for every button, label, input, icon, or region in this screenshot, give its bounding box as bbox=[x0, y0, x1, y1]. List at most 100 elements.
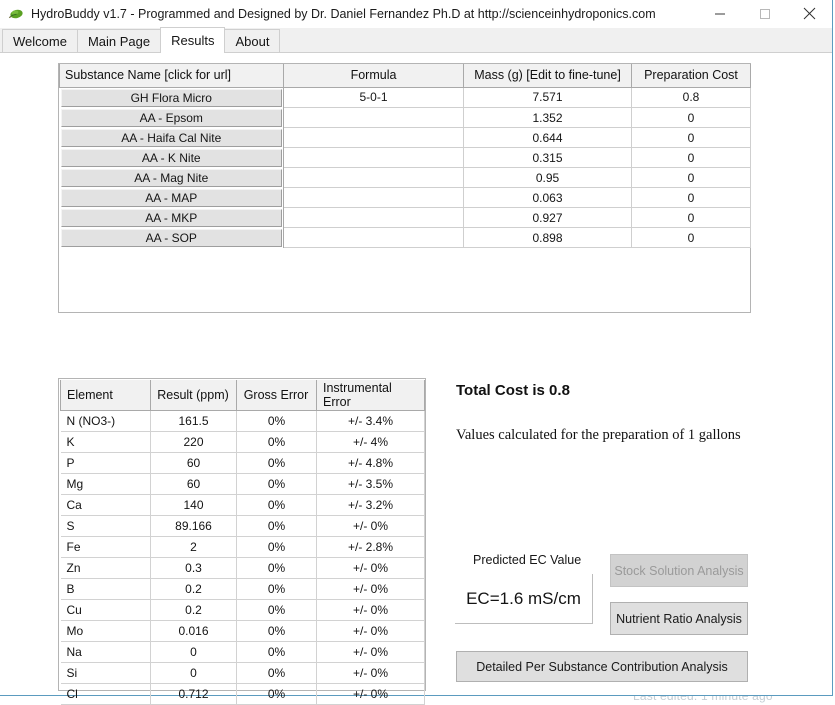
result-ppm-cell[interactable]: 0.2 bbox=[150, 578, 237, 600]
instrumental-error-cell[interactable]: +/- 3.5% bbox=[316, 473, 425, 495]
gross-error-cell[interactable]: 0% bbox=[236, 515, 317, 537]
col-substance-name[interactable]: Substance Name [click for url] bbox=[59, 64, 284, 88]
formula-cell[interactable] bbox=[283, 107, 464, 128]
tab-main-page[interactable]: Main Page bbox=[76, 29, 162, 52]
col-mass[interactable]: Mass (g) [Edit to fine-tune] bbox=[463, 64, 632, 88]
element-cell[interactable]: B bbox=[60, 578, 151, 600]
cost-cell[interactable]: 0.8 bbox=[631, 86, 751, 108]
col-result-ppm[interactable]: Result (ppm) bbox=[150, 380, 237, 411]
gross-error-cell[interactable]: 0% bbox=[236, 683, 317, 705]
instrumental-error-cell[interactable]: +/- 0% bbox=[316, 557, 425, 579]
close-button[interactable] bbox=[787, 0, 832, 28]
mass-cell[interactable]: 0.063 bbox=[463, 187, 632, 208]
substance-link-button[interactable]: AA - SOP bbox=[60, 228, 282, 247]
formula-cell[interactable] bbox=[283, 227, 464, 248]
result-ppm-cell[interactable]: 140 bbox=[150, 494, 237, 516]
instrumental-error-cell[interactable]: +/- 3.4% bbox=[316, 410, 425, 432]
col-instrumental-error[interactable]: Instrumental Error bbox=[316, 380, 425, 411]
result-ppm-cell[interactable]: 0 bbox=[150, 662, 237, 684]
cost-cell[interactable]: 0 bbox=[631, 127, 751, 148]
element-cell[interactable]: Cu bbox=[60, 599, 151, 621]
result-ppm-cell[interactable]: 89.166 bbox=[150, 515, 237, 537]
element-cell[interactable]: Si bbox=[60, 662, 151, 684]
instrumental-error-cell[interactable]: +/- 3.2% bbox=[316, 494, 425, 516]
stock-solution-analysis-button[interactable]: Stock Solution Analysis bbox=[610, 554, 748, 587]
result-ppm-cell[interactable]: 60 bbox=[150, 473, 237, 495]
element-cell[interactable]: Zn bbox=[60, 557, 151, 579]
mass-cell[interactable]: 0.315 bbox=[463, 147, 632, 168]
col-formula[interactable]: Formula bbox=[283, 64, 464, 88]
tab-about[interactable]: About bbox=[224, 29, 281, 52]
gross-error-cell[interactable]: 0% bbox=[236, 452, 317, 474]
result-ppm-cell[interactable]: 0.016 bbox=[150, 620, 237, 642]
maximize-button[interactable] bbox=[742, 0, 787, 28]
cost-cell[interactable]: 0 bbox=[631, 167, 751, 188]
instrumental-error-cell[interactable]: +/- 4.8% bbox=[316, 452, 425, 474]
gross-error-cell[interactable]: 0% bbox=[236, 536, 317, 558]
result-ppm-cell[interactable]: 60 bbox=[150, 452, 237, 474]
instrumental-error-cell[interactable]: +/- 0% bbox=[316, 620, 425, 642]
element-cell[interactable]: Mg bbox=[60, 473, 151, 495]
col-gross-error[interactable]: Gross Error bbox=[236, 380, 317, 411]
mass-cell[interactable]: 7.571 bbox=[463, 86, 632, 108]
element-cell[interactable]: Na bbox=[60, 641, 151, 663]
cost-cell[interactable]: 0 bbox=[631, 187, 751, 208]
gross-error-cell[interactable]: 0% bbox=[236, 431, 317, 453]
instrumental-error-cell[interactable]: +/- 2.8% bbox=[316, 536, 425, 558]
nutrient-ratio-analysis-button[interactable]: Nutrient Ratio Analysis bbox=[610, 602, 748, 635]
element-cell[interactable]: Cl bbox=[60, 683, 151, 705]
tab-results[interactable]: Results bbox=[160, 27, 226, 53]
col-element[interactable]: Element bbox=[60, 380, 151, 411]
gross-error-cell[interactable]: 0% bbox=[236, 494, 317, 516]
gross-error-cell[interactable]: 0% bbox=[236, 473, 317, 495]
element-cell[interactable]: Fe bbox=[60, 536, 151, 558]
element-cell[interactable]: Mo bbox=[60, 620, 151, 642]
result-ppm-cell[interactable]: 0 bbox=[150, 641, 237, 663]
instrumental-error-cell[interactable]: +/- 0% bbox=[316, 683, 425, 705]
cost-cell[interactable]: 0 bbox=[631, 107, 751, 128]
minimize-button[interactable] bbox=[697, 0, 742, 28]
mass-cell[interactable]: 0.95 bbox=[463, 167, 632, 188]
element-cell[interactable]: S bbox=[60, 515, 151, 537]
mass-cell[interactable]: 0.644 bbox=[463, 127, 632, 148]
instrumental-error-cell[interactable]: +/- 0% bbox=[316, 662, 425, 684]
instrumental-error-cell[interactable]: +/- 4% bbox=[316, 431, 425, 453]
detailed-contribution-analysis-button[interactable]: Detailed Per Substance Contribution Anal… bbox=[456, 651, 748, 682]
tab-welcome[interactable]: Welcome bbox=[2, 29, 78, 52]
mass-cell[interactable]: 1.352 bbox=[463, 107, 632, 128]
substance-link-button[interactable]: AA - Mag Nite bbox=[60, 168, 282, 187]
instrumental-error-cell[interactable]: +/- 0% bbox=[316, 578, 425, 600]
result-ppm-cell[interactable]: 161.5 bbox=[150, 410, 237, 432]
substance-link-button[interactable]: AA - MKP bbox=[60, 208, 282, 227]
mass-cell[interactable]: 0.927 bbox=[463, 207, 632, 228]
element-cell[interactable]: N (NO3-) bbox=[60, 410, 151, 432]
result-ppm-cell[interactable]: 0.3 bbox=[150, 557, 237, 579]
gross-error-cell[interactable]: 0% bbox=[236, 599, 317, 621]
instrumental-error-cell[interactable]: +/- 0% bbox=[316, 515, 425, 537]
element-cell[interactable]: P bbox=[60, 452, 151, 474]
gross-error-cell[interactable]: 0% bbox=[236, 410, 317, 432]
mass-cell[interactable]: 0.898 bbox=[463, 227, 632, 248]
formula-cell[interactable] bbox=[283, 207, 464, 228]
formula-cell[interactable]: 5-0-1 bbox=[283, 86, 464, 108]
cost-cell[interactable]: 0 bbox=[631, 147, 751, 168]
result-ppm-cell[interactable]: 220 bbox=[150, 431, 237, 453]
gross-error-cell[interactable]: 0% bbox=[236, 578, 317, 600]
cost-cell[interactable]: 0 bbox=[631, 227, 751, 248]
gross-error-cell[interactable]: 0% bbox=[236, 557, 317, 579]
gross-error-cell[interactable]: 0% bbox=[236, 641, 317, 663]
formula-cell[interactable] bbox=[283, 147, 464, 168]
result-ppm-cell[interactable]: 0.712 bbox=[150, 683, 237, 705]
substance-link-button[interactable]: AA - Haifa Cal Nite bbox=[60, 128, 282, 147]
gross-error-cell[interactable]: 0% bbox=[236, 620, 317, 642]
col-preparation-cost[interactable]: Preparation Cost bbox=[631, 64, 751, 88]
substance-link-button[interactable]: GH Flora Micro bbox=[60, 88, 282, 107]
formula-cell[interactable] bbox=[283, 187, 464, 208]
result-ppm-cell[interactable]: 2 bbox=[150, 536, 237, 558]
result-ppm-cell[interactable]: 0.2 bbox=[150, 599, 237, 621]
instrumental-error-cell[interactable]: +/- 0% bbox=[316, 641, 425, 663]
substance-link-button[interactable]: AA - MAP bbox=[60, 188, 282, 207]
element-cell[interactable]: K bbox=[60, 431, 151, 453]
instrumental-error-cell[interactable]: +/- 0% bbox=[316, 599, 425, 621]
element-cell[interactable]: Ca bbox=[60, 494, 151, 516]
